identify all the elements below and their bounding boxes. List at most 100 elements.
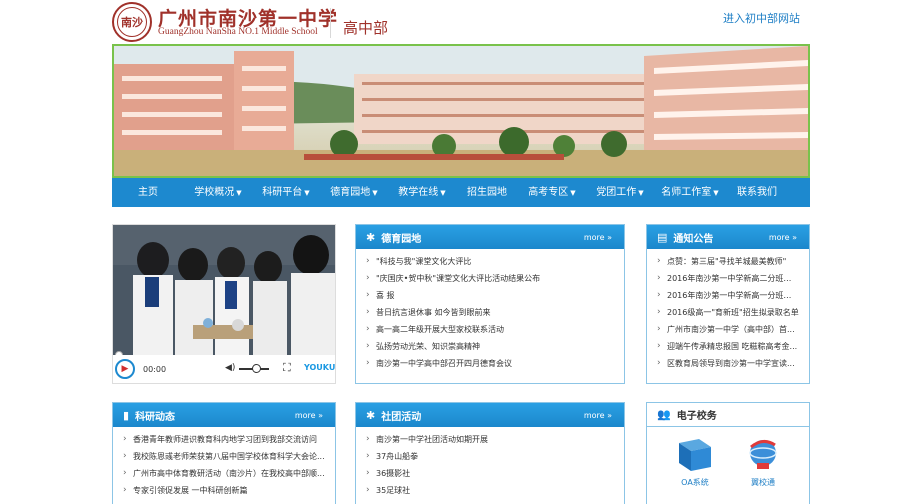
video-controls: ▶ 00:00 ◀) ⛶ YOUKU: [113, 355, 335, 383]
list-item[interactable]: 南沙第一中学社团活动如期开展: [366, 431, 614, 448]
nav-label: 招生园地: [467, 187, 507, 198]
school-logo[interactable]: 南沙: [112, 2, 152, 42]
moral-panel-header: ✱ 德育园地 more »: [356, 225, 624, 249]
nav-label: 德育园地: [330, 187, 371, 198]
notice-panel-header: ▤ 通知公告 more »: [647, 225, 809, 249]
list-item[interactable]: 36摄影社: [366, 465, 614, 482]
more-link[interactable]: more »: [769, 233, 797, 242]
main-nav: 主页 学校概况 ▼ 科研平台 ▼ 德育园地 ▼ 教学在线 ▼ 招生园地 高考专区 ▼ 党团…: [112, 178, 810, 207]
clubs-panel: ✱ 社团活动 more » 南沙第一中学社团活动如期开展 37舟山船拳 36摄影…: [355, 402, 625, 504]
list-item[interactable]: 南沙第一中学高中部召开四月德育会议: [366, 355, 614, 372]
list-item[interactable]: 高一高二年级开展大型家校联系活动: [366, 321, 614, 338]
more-link[interactable]: more »: [295, 411, 323, 420]
list-item[interactable]: 2016年南沙第一中学新高二分班结果: [657, 270, 799, 287]
site-header: 南沙 广州市南沙第一中学 GuangZhou NanSha NO.1 Middl…: [0, 0, 900, 44]
campus-banner[interactable]: [112, 44, 810, 178]
list-item[interactable]: 35足球社: [366, 482, 614, 499]
nav-item-research[interactable]: 科研平台 ▼: [252, 178, 320, 207]
caret-down-icon: ▼: [440, 189, 446, 197]
nav-item-party[interactable]: 党团工作 ▼: [586, 178, 654, 207]
caret-down-icon: ▼: [713, 189, 719, 197]
star-burst-icon: ✱: [366, 408, 376, 422]
more-link[interactable]: more »: [584, 411, 612, 420]
volume-handle[interactable]: [252, 364, 261, 373]
list-item[interactable]: 2016级高一"育新班"招生拟录取名单: [657, 304, 799, 321]
fullscreen-icon[interactable]: ⛶: [283, 361, 291, 375]
panel-title: 社团活动: [381, 411, 422, 423]
book-icon: ▮: [123, 408, 130, 422]
nav-item-teacher-studio[interactable]: 名师工作室 ▼: [654, 178, 726, 207]
panel-title: 电子校务: [676, 411, 717, 422]
nav-label: 名师工作室: [661, 187, 712, 198]
school-emblem-icon: 南沙: [117, 7, 147, 37]
list-item[interactable]: "庆国庆•贺中秋"课堂文化大评比活动结果公布: [366, 270, 614, 287]
notice-card-icon: ▤: [657, 230, 668, 244]
nav-label: 高考专区: [528, 187, 569, 198]
students-photo-image: [113, 225, 335, 355]
section-name: 高中部: [343, 19, 389, 37]
emblem-text: 南沙: [121, 16, 143, 29]
nav-item-moral[interactable]: 德育园地 ▼: [320, 178, 388, 207]
play-icon[interactable]: ▶: [115, 359, 135, 379]
list-item[interactable]: 区教育局领导到南沙第一中学宣读...: [657, 355, 799, 372]
caret-down-icon: ▼: [304, 189, 310, 197]
moral-panel: ✱ 德育园地 more » "科技与我"课堂文化大评比 "庆国庆•贺中秋"课堂文…: [355, 224, 625, 384]
junior-site-link[interactable]: 进入初中部网站: [723, 10, 800, 26]
moral-list: "科技与我"课堂文化大评比 "庆国庆•贺中秋"课堂文化大评比活动结果公布 喜 报…: [356, 249, 624, 372]
caret-down-icon: ▼: [372, 189, 378, 197]
list-item[interactable]: 喜 报: [366, 287, 614, 304]
notice-list: 点赞：第三届"寻找羊城最美教师" 2016年南沙第一中学新高二分班结果 2016…: [647, 249, 809, 372]
yixiaotong-link[interactable]: 翼校通: [743, 435, 783, 488]
nav-label: 联系我们: [737, 187, 777, 198]
nav-label: 党团工作: [596, 187, 637, 198]
nav-item-school-overview[interactable]: 学校概况 ▼: [184, 178, 252, 207]
list-item[interactable]: 广州市高中体育教研活动（南沙片）在我校高中部顺...: [123, 465, 325, 482]
panel-title: 德育园地: [381, 233, 422, 245]
research-panel: ▮ 科研动态 more » 香港青年教师进识教育科内地学习团到我部交流访问 我校…: [112, 402, 336, 504]
list-item[interactable]: 2016年南沙第一中学新高一分班结果: [657, 287, 799, 304]
asterisk-icon: ✱: [366, 230, 376, 244]
list-item[interactable]: 广州市南沙第一中学（高中部）首...: [657, 321, 799, 338]
list-item[interactable]: 点赞：第三届"寻找羊城最美教师": [657, 253, 799, 270]
youku-logo[interactable]: YOUKU: [304, 363, 335, 372]
campus-photo-image: [114, 46, 808, 176]
globe-icon: [749, 440, 777, 469]
oa-system-link[interactable]: OA系统: [675, 435, 715, 488]
panel-title: 通知公告: [673, 233, 714, 245]
nav-label: 学校概况: [194, 187, 235, 198]
nav-item-exam[interactable]: 高考专区 ▼: [518, 178, 586, 207]
nav-item-admissions[interactable]: 招生园地: [456, 178, 518, 207]
list-item[interactable]: 我校陈恩彧老师荣获第八届中国学校体育科学大会论...: [123, 448, 325, 465]
yixiao-label: 翼校通: [751, 478, 775, 487]
list-item[interactable]: 香港青年教师进识教育科内地学习团到我部交流访问: [123, 431, 325, 448]
nav-item-home[interactable]: 主页: [112, 178, 184, 207]
clubs-list: 南沙第一中学社团活动如期开展 37舟山船拳 36摄影社 35足球社: [356, 427, 624, 499]
school-name-en: GuangZhou NanSha NO.1 Middle School: [158, 27, 318, 37]
nav-label: 主页: [138, 187, 158, 198]
list-item[interactable]: "科技与我"课堂文化大评比: [366, 253, 614, 270]
more-link[interactable]: more »: [584, 233, 612, 242]
list-item[interactable]: 37舟山船拳: [366, 448, 614, 465]
oa-label: OA系统: [681, 478, 709, 487]
list-item[interactable]: 专家引领促发展 一中科研创新篇: [123, 482, 325, 499]
research-list: 香港青年教师进识教育科内地学习团到我部交流访问 我校陈恩彧老师荣获第八届中国学校…: [113, 427, 335, 499]
users-icon: 👥: [657, 408, 671, 421]
caret-down-icon: ▼: [638, 189, 644, 197]
list-item[interactable]: 弘扬劳动光荣、知识崇高精神: [366, 338, 614, 355]
nav-item-teaching[interactable]: 教学在线 ▼: [388, 178, 456, 207]
list-item[interactable]: 昔日抗言退休事 如今皆到眼前来: [366, 304, 614, 321]
header-divider: [330, 8, 331, 38]
list-item[interactable]: 迎端午传承精忠报国 吃糍粽高考金...: [657, 338, 799, 355]
nav-label: 教学在线: [398, 187, 439, 198]
video-time: 00:00: [143, 364, 167, 374]
notice-panel: ▤ 通知公告 more » 点赞：第三届"寻找羊城最美教师" 2016年南沙第一…: [646, 224, 810, 384]
volume-icon[interactable]: ◀): [225, 363, 235, 373]
video-frame[interactable]: [113, 225, 335, 355]
nav-item-contact[interactable]: 联系我们: [726, 178, 788, 207]
caret-down-icon: ▼: [236, 189, 242, 197]
folder-icon: [679, 439, 711, 471]
panel-title: 科研动态: [135, 411, 176, 423]
clubs-panel-header: ✱ 社团活动 more »: [356, 403, 624, 427]
video-player[interactable]: ▶ 00:00 ◀) ⛶ YOUKU: [112, 224, 336, 384]
caret-down-icon: ▼: [570, 189, 576, 197]
